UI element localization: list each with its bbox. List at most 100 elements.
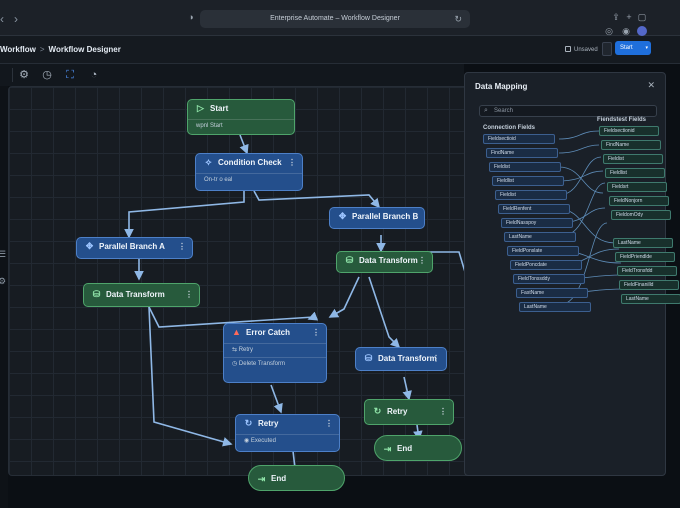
kebab-menu-icon[interactable]: ⋮: [178, 238, 186, 256]
node-branch-a-header: ✥ Parallel Branch A ⋮: [77, 238, 192, 256]
node-transform-a-header: ⛁ Data Transform ⋮: [84, 284, 199, 302]
target-field[interactable]: Fieldsectionid: [599, 126, 659, 136]
retry-small-icon: ⇆: [232, 347, 238, 353]
edge-error-retry: [270, 384, 283, 414]
target-field[interactable]: Fieldlist: [605, 168, 665, 178]
branch-icon: ⟡: [205, 157, 212, 167]
settings-icon[interactable]: ⚙: [0, 276, 6, 287]
source-field[interactable]: FieldRenfent: [498, 204, 570, 214]
node-parallel-branch-a[interactable]: ✥ Parallel Branch A ⋮: [76, 237, 193, 259]
node-condition-title: Condition Check: [218, 158, 282, 167]
target-field[interactable]: FieldNonjorn: [609, 196, 669, 206]
share-icon[interactable]: ⇪: [610, 11, 622, 23]
breadcrumb-workflow[interactable]: Workflow: [0, 45, 36, 54]
target-field[interactable]: Fieldist: [603, 154, 663, 164]
source-field[interactable]: Fieldlist: [492, 176, 564, 186]
avatar[interactable]: [637, 26, 647, 36]
node-data-transform-a[interactable]: ⛁ Data Transform ⋮: [83, 283, 200, 307]
node-data-transform-c[interactable]: ⛁ Data Transform ⋮: [355, 347, 447, 371]
source-field[interactable]: LastName: [519, 302, 591, 312]
address-text: Enterprise Automate – Workflow Designer: [270, 15, 400, 22]
edge-transform-c-retry-b: [402, 376, 412, 401]
node-end-b-title: End: [397, 444, 413, 453]
node-condition-check[interactable]: ⟡ Condition Check ⋮ On-tr o eal: [195, 153, 303, 191]
node-branch-b-header: ✥ Parallel Branch B ⋮: [330, 208, 424, 226]
target-field[interactable]: FindName: [601, 140, 661, 150]
options-button[interactable]: [602, 42, 612, 56]
forward-arrow-icon[interactable]: ›: [14, 12, 18, 26]
unsaved-icon: [565, 46, 571, 52]
database-icon: ⛁: [364, 353, 373, 363]
shield-icon[interactable]: ◑: [185, 11, 197, 23]
target-field[interactable]: FieldFinanilld: [619, 280, 679, 290]
breadcrumb-designer: Workflow Designer: [48, 45, 121, 54]
node-retry-b[interactable]: ↻ Retry ⋮: [364, 399, 454, 425]
target-field[interactable]: LastName: [621, 294, 680, 304]
gear-icon[interactable]: ⚙: [18, 69, 30, 81]
edge-condition-branch-a: [124, 191, 245, 239]
node-transform-b-title: Data Transform: [359, 256, 418, 265]
new-tab-icon[interactable]: +: [623, 11, 635, 23]
source-field[interactable]: FindName: [486, 148, 558, 158]
left-rail: ▏ ☰ ⚙: [0, 86, 8, 508]
edge-condition-branch-b: [253, 190, 381, 209]
breadcrumb: Workflow > Workflow Designer: [0, 45, 121, 54]
move-icon: ✥: [338, 211, 347, 221]
node-retry-a[interactable]: ↻ Retry ⋮ ◉ Executed: [235, 414, 340, 452]
node-start[interactable]: ▷ Start wpnl Start: [187, 99, 295, 135]
kebab-menu-icon[interactable]: ⋮: [418, 252, 426, 270]
target-field[interactable]: Fieldsrt: [607, 182, 667, 192]
node-error-catch[interactable]: ▲ Error Catch ⋮ ⇆ Retry ◷ Delete Transfo…: [223, 323, 327, 383]
source-field[interactable]: FieldTonssddy: [513, 274, 585, 284]
node-branch-a-title: Parallel Branch A: [99, 242, 165, 251]
app-header: Workflow > Workflow Designer Unsaved Start…: [0, 36, 680, 64]
node-error-retry-label: Retry: [238, 347, 254, 353]
kebab-menu-icon[interactable]: ⋮: [410, 208, 418, 226]
node-end-b[interactable]: ⇥ End: [374, 435, 462, 461]
start-button[interactable]: Start ▾: [615, 41, 651, 55]
node-error-header: ▲ Error Catch ⋮: [224, 324, 326, 342]
chevron-down-icon[interactable]: ▾: [645, 41, 648, 55]
source-field[interactable]: FastName: [516, 288, 588, 298]
flow-icon[interactable]: ⛶: [64, 69, 76, 81]
target-field[interactable]: FieldomOdy: [611, 210, 671, 220]
target-field[interactable]: LastName: [613, 238, 673, 248]
source-field[interactable]: LastName: [504, 232, 576, 242]
node-transform-b-header: ⛁ Data Transform ⋮: [337, 252, 432, 270]
source-field[interactable]: FieldPonslate: [507, 246, 579, 256]
source-field[interactable]: FieldPoncdate: [510, 260, 582, 270]
kebab-menu-icon[interactable]: ⋮: [312, 324, 320, 342]
source-field[interactable]: Fieldist: [489, 162, 561, 172]
kebab-menu-icon[interactable]: ⋮: [325, 415, 333, 433]
list-icon[interactable]: ☰: [0, 249, 6, 260]
breadcrumb-separator: >: [39, 45, 45, 54]
kebab-menu-icon[interactable]: ⋮: [439, 400, 447, 424]
time-icon[interactable]: ◔: [88, 69, 100, 81]
node-parallel-branch-b[interactable]: ✥ Parallel Branch B ⋮: [329, 207, 425, 229]
kebab-menu-icon[interactable]: ⋮: [432, 348, 440, 370]
warning-icon: ▲: [232, 327, 241, 337]
node-end-a[interactable]: ⇥ End: [248, 465, 345, 491]
reload-icon[interactable]: ↻: [454, 10, 462, 28]
clock-icon[interactable]: ◷: [41, 69, 53, 81]
source-field[interactable]: Fieldsectioid: [483, 134, 555, 144]
node-data-transform-b[interactable]: ⛁ Data Transform ⋮: [336, 251, 433, 273]
workflow-canvas[interactable]: ▷ Start wpnl Start ⟡ Condition Check ⋮ O…: [8, 86, 530, 491]
source-field[interactable]: FieldNasspoy: [501, 218, 573, 228]
clock-small-icon: ◷: [232, 361, 238, 367]
node-transform-c-header: ⛁ Data Transform ⋮: [356, 348, 446, 366]
tabs-icon[interactable]: ▢: [636, 11, 648, 23]
node-branch-b-title: Parallel Branch B: [352, 212, 419, 221]
node-error-delete-row[interactable]: ◷ Delete Transform: [224, 357, 326, 370]
rail-bar-icon[interactable]: ▏: [0, 222, 5, 233]
back-arrow-icon[interactable]: ‹: [0, 12, 4, 26]
address-bar[interactable]: Enterprise Automate – Workflow Designer …: [200, 10, 470, 28]
source-field[interactable]: Fieldist: [495, 190, 567, 200]
node-error-retry-row[interactable]: ⇆ Retry: [224, 343, 326, 356]
kebab-menu-icon[interactable]: ⋮: [185, 284, 193, 306]
node-condition-subtitle: On-tr o eal: [196, 173, 302, 186]
target-field[interactable]: FieldTronsfdd: [617, 266, 677, 276]
browser-chrome: ‹ › ◑ Enterprise Automate – Workflow Des…: [0, 0, 680, 36]
target-field[interactable]: FieldPriendlde: [615, 252, 675, 262]
kebab-menu-icon[interactable]: ⋮: [288, 154, 296, 172]
